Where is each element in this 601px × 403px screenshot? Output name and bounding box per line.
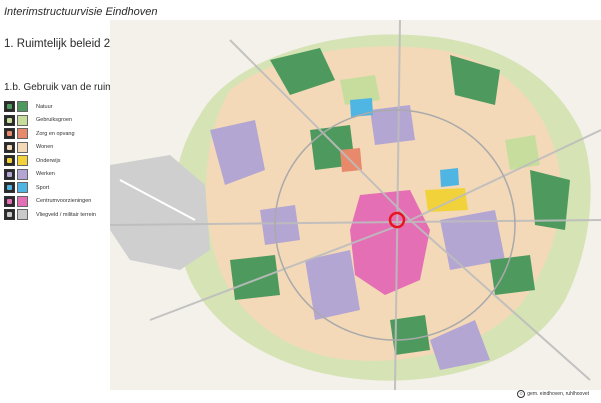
zone-gebruiksgroen-2 [505, 135, 540, 170]
legend-swatch [17, 114, 28, 126]
legend-label: Wonen [36, 144, 54, 151]
legend-label: Natuur [36, 103, 53, 110]
legend-label: Centrumvoorzieningen [36, 198, 92, 205]
legend-swatch [17, 182, 28, 194]
sport-icon [4, 182, 15, 194]
airplane-icon [4, 209, 15, 221]
house-icon [4, 141, 15, 153]
legend-label: Onderwijs [36, 157, 61, 164]
school-icon [4, 155, 15, 167]
copyright-icon: © [517, 390, 526, 398]
legend-swatch [17, 141, 28, 153]
zone-natuur-7 [490, 255, 535, 295]
park-icon [4, 114, 15, 126]
shop-icon [4, 195, 15, 207]
work-icon [4, 168, 15, 180]
legend-label: Werken [36, 171, 55, 178]
zone-onderwijs [425, 188, 468, 212]
legend-label: Gebruiksgroen [36, 117, 73, 124]
tree-icon [4, 101, 15, 113]
legend-label: Zorg en opvang [36, 130, 75, 137]
legend-title: 1.b. Gebruik van de ruimte [4, 82, 122, 93]
legend-swatch [17, 155, 28, 167]
legend-swatch [17, 168, 28, 180]
credit-text: gem. eindhoven, ruhlhoovet [527, 391, 589, 397]
zone-sport-2 [440, 168, 459, 187]
copyright-credit: © gem. eindhoven, ruhlhoovet [517, 390, 589, 398]
legend-swatch [17, 128, 28, 140]
city-map[interactable] [110, 20, 601, 390]
legend-label: Sport [36, 184, 50, 191]
zone-natuur-4 [230, 255, 280, 300]
care-icon [4, 128, 15, 140]
page-title: Interimstructuurvisie Eindhoven [4, 6, 158, 18]
legend-label: Vliegveld / militair terrein [36, 211, 96, 218]
legend-swatch [17, 195, 28, 207]
zone-werken-5 [260, 205, 300, 245]
legend-swatch [17, 209, 28, 221]
legend-swatch [17, 101, 28, 113]
